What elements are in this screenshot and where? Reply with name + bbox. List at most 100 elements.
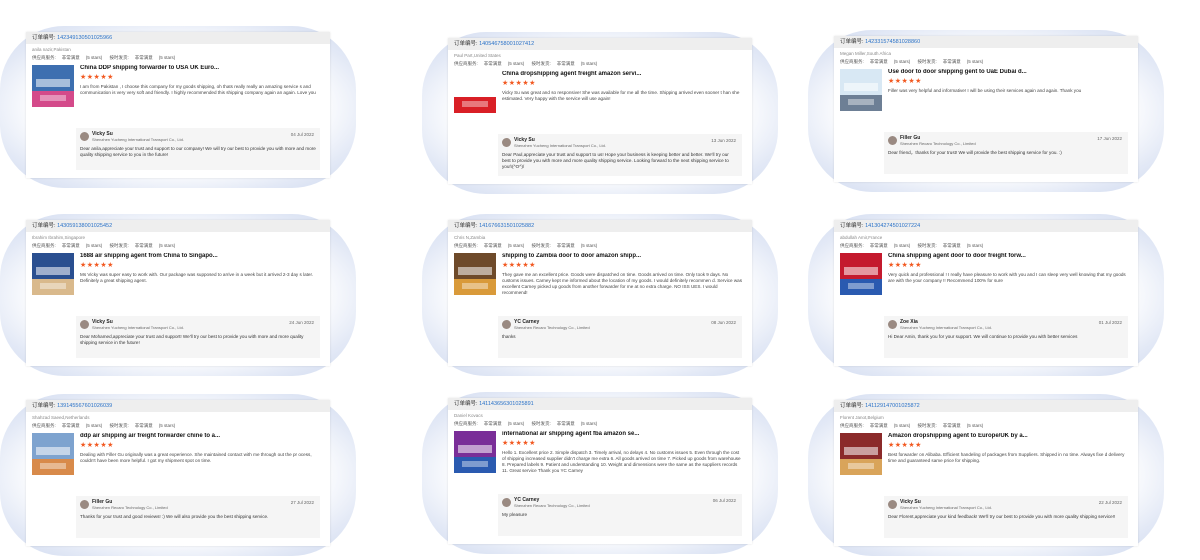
replier-company: Shenzhen Yucheng International Transport…: [900, 505, 992, 510]
order-label: 订单编号:: [32, 223, 56, 229]
rating-summary: 供应商服务: 非常满意 (5 stars) 按时发货: 非常满意 (5 stars): [26, 241, 330, 249]
order-label: 订单编号:: [840, 223, 864, 229]
on-time-stars: (5 stars): [966, 243, 984, 248]
supplier-reply: Vicky Su Shenzhen Yucheng International …: [76, 316, 320, 358]
order-number-link[interactable]: 139145567601026039: [57, 403, 112, 409]
supplier-service-value: 非常满意: [483, 421, 502, 426]
product-thumbnail[interactable]: [840, 433, 882, 475]
on-time-label: 按时发货:: [109, 423, 129, 428]
on-time-label: 按时发货:: [109, 55, 129, 60]
avatar: [502, 320, 511, 329]
review-panel: 订单编号: 141304274501027224 abdullah Amir,F…: [834, 220, 1138, 366]
supplier-service-stars: (5 stars): [85, 423, 103, 428]
product-title-link[interactable]: shipping to Zambia door to door amazon s…: [502, 253, 742, 259]
avatar: [80, 320, 89, 329]
product-title-link[interactable]: China dropshipping agent freight amazon …: [502, 71, 742, 77]
star-rating: ★★★★★: [888, 262, 922, 269]
product-thumbnail[interactable]: [32, 65, 74, 107]
product-title-link[interactable]: China DDP shipping forwarder to USA UK E…: [80, 65, 320, 71]
supplier-service-label: 供应商服务:: [32, 423, 56, 428]
product-title-link[interactable]: 1688 air shipping agent from China to Si…: [80, 253, 320, 259]
order-label: 订单编号:: [840, 403, 864, 409]
reply-date: 08 Jun 2022: [711, 320, 736, 325]
review-card: 订单编号: 141304274501027224 abdullah Amir,F…: [808, 214, 1164, 376]
supplier-service-value: 非常满意: [483, 243, 502, 248]
order-number-link[interactable]: 142349130501025966: [57, 35, 112, 41]
product-block: international air shipping agent fba ama…: [454, 431, 746, 477]
review-panel: 订单编号: 142331574581028860 Megan Miller,So…: [834, 36, 1138, 182]
product-thumbnail[interactable]: [454, 253, 496, 295]
on-time-stars: (5 stars): [580, 61, 598, 66]
review-panel: 订单编号: 141129147001025872 Florent Janot,B…: [834, 400, 1138, 546]
product-block: Amazon dropshipping agent to Europe/UK b…: [840, 433, 1132, 479]
supplier-service-value: 非常满意: [61, 55, 80, 60]
product-block: China shipping agent door to door freigh…: [840, 253, 1132, 299]
rating-summary: 供应商服务: 非常满意 (5 stars) 按时发货: 非常满意 (5 stars): [448, 59, 752, 67]
product-thumbnail[interactable]: [454, 431, 496, 473]
product-title-link[interactable]: ddp air shipping air freight forwarder c…: [80, 433, 320, 439]
supplier-reply: YC Carney Shenzhen Recaro Technology Co.…: [498, 494, 742, 536]
star-rating: ★★★★★: [502, 262, 536, 269]
buyer-name: Chris N,Zambia: [454, 235, 486, 240]
star-rating: ★★★★★: [80, 442, 114, 449]
reply-text: Dear friend，thanks for your trust! We wi…: [888, 150, 1062, 155]
supplier-service-stars: (5 stars): [507, 61, 525, 66]
reply-date: 13 Jun 2022: [711, 138, 736, 143]
on-time-label: 按时发货:: [109, 243, 129, 248]
review-card: 订单编号: 139145567601026039 Shahzad Saeed,N…: [0, 394, 356, 556]
on-time-stars: (5 stars): [580, 421, 598, 426]
product-title-link[interactable]: Use door to door shipping gent to UaE Du…: [888, 69, 1128, 75]
order-number-link[interactable]: 143059138001025452: [57, 223, 112, 229]
order-number-link[interactable]: 141143656301025891: [479, 401, 534, 407]
review-text: Vicky Su was great and so responsive! Sh…: [502, 90, 740, 101]
product-title-link[interactable]: international air shipping agent fba ama…: [502, 431, 742, 437]
supplier-service-value: 非常满意: [61, 423, 80, 428]
review-panel: 订单编号: 141143656301025891 Daniel Kovacs 供…: [448, 398, 752, 544]
order-number-link[interactable]: 140546758001027412: [479, 41, 534, 47]
reply-text: thanks: [502, 334, 516, 339]
product-thumbnail[interactable]: [32, 433, 74, 475]
avatar: [80, 500, 89, 509]
on-time-value: 非常满意: [134, 423, 153, 428]
replier-company: Shenzhen Yucheng International Transport…: [900, 325, 992, 330]
product-thumbnail[interactable]: [840, 69, 882, 111]
rating-summary: 供应商服务: 非常满意 (5 stars) 按时发货: 非常满意 (5 stars): [448, 419, 752, 427]
order-number-link[interactable]: 141304274501027224: [865, 223, 920, 229]
rating-summary: 供应商服务: 非常满意 (5 stars) 按时发货: 非常满意 (5 stars): [834, 421, 1138, 429]
supplier-reply: Filler Gu Shenzhen Recaro Technology Co.…: [76, 496, 320, 538]
review-text: Filler was very helpful and informative!…: [888, 88, 1082, 93]
product-block: 1688 air shipping agent from China to Si…: [32, 253, 324, 299]
rating-summary: 供应商服务: 非常满意 (5 stars) 按时发货: 非常满意 (5 stars): [448, 241, 752, 249]
review-card: 订单编号: 141676631501025882 Chris N,Zambia …: [422, 214, 778, 376]
avatar: [888, 500, 897, 509]
supplier-service-value: 非常满意: [483, 61, 502, 66]
order-number-link[interactable]: 142331574581028860: [865, 39, 920, 45]
order-label: 订单编号:: [454, 401, 478, 407]
order-label: 订单编号:: [32, 403, 56, 409]
supplier-reply: Zoe Xia Shenzhen Yucheng International T…: [884, 316, 1128, 358]
on-time-label: 按时发货:: [917, 243, 937, 248]
product-thumbnail[interactable]: [32, 253, 74, 295]
order-number-link[interactable]: 141129147001025872: [865, 403, 920, 409]
product-block: shipping to Zambia door to door amazon s…: [454, 253, 746, 299]
on-time-stars: (5 stars): [158, 55, 176, 60]
order-label: 订单编号:: [840, 39, 864, 45]
supplier-service-stars: (5 stars): [893, 423, 911, 428]
reply-text: Dear Mohamed,appreciate your trust and s…: [80, 334, 304, 345]
order-number-link[interactable]: 141676631501025882: [479, 223, 534, 229]
review-card: 订单编号: 142349130501025966 anila nazir,Pak…: [0, 26, 356, 188]
review-card: 订单编号: 141143656301025891 Daniel Kovacs 供…: [422, 392, 778, 554]
supplier-service-stars: (5 stars): [85, 243, 103, 248]
product-title-link[interactable]: China shipping agent door to door freigh…: [888, 253, 1128, 259]
review-card: 订单编号: 140546758001027412 Paul Part,Unite…: [422, 32, 778, 194]
supplier-service-label: 供应商服务:: [840, 243, 864, 248]
reply-date: 17 Jun 2022: [1097, 136, 1122, 141]
product-block: China DDP shipping forwarder to USA UK E…: [32, 65, 324, 111]
star-rating: ★★★★★: [80, 262, 114, 269]
replier-company: Shenzhen Yucheng International Transport…: [92, 325, 184, 330]
rating-summary: 供应商服务: 非常满意 (5 stars) 按时发货: 非常满意 (5 stars): [26, 53, 330, 61]
product-thumbnail[interactable]: [454, 71, 496, 113]
product-title-link[interactable]: Amazon dropshipping agent to Europe/UK b…: [888, 433, 1128, 439]
product-thumbnail[interactable]: [840, 253, 882, 295]
supplier-service-stars: (5 stars): [893, 243, 911, 248]
